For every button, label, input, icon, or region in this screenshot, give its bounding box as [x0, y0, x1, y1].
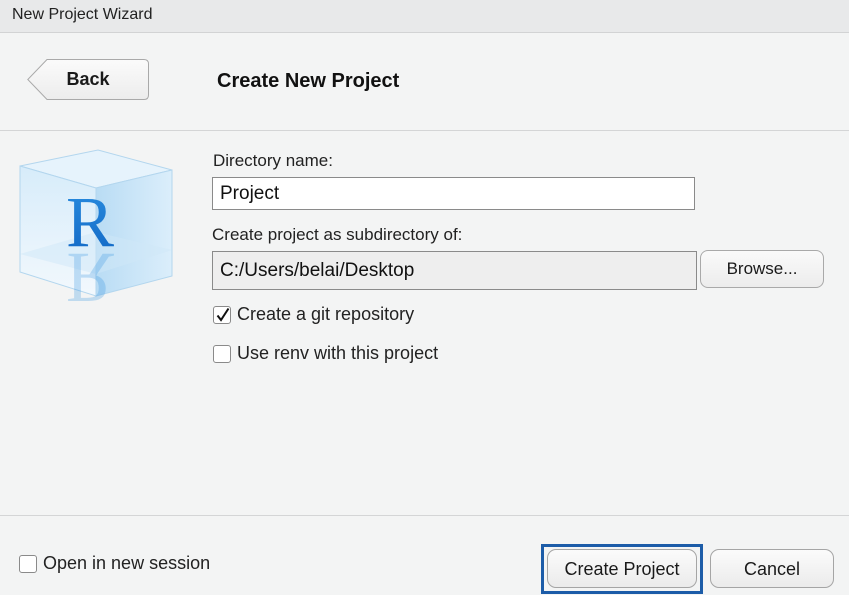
- create-project-button[interactable]: Create Project: [547, 549, 697, 588]
- browse-button[interactable]: Browse...: [700, 250, 824, 288]
- git-repo-checkbox[interactable]: [213, 305, 231, 324]
- directory-name-value: Project: [220, 182, 280, 204]
- renv-label: Use renv with this project: [237, 343, 439, 363]
- window-title: New Project Wizard: [12, 6, 153, 23]
- renv-checkbox[interactable]: [213, 344, 231, 363]
- new-session-checkbox[interactable]: [19, 554, 37, 573]
- svg-text:R: R: [66, 238, 114, 318]
- footer-divider: [0, 515, 849, 516]
- back-button-label: Back: [66, 69, 110, 89]
- back-button[interactable]: Back: [27, 59, 149, 100]
- directory-name-input[interactable]: Project: [212, 177, 695, 210]
- subdirectory-value: C:/Users/belai/Desktop: [220, 259, 415, 281]
- renv-option[interactable]: Use renv with this project: [213, 343, 438, 364]
- new-session-option[interactable]: Open in new session: [19, 553, 210, 574]
- cancel-button[interactable]: Cancel: [710, 549, 834, 588]
- directory-name-label: Directory name:: [213, 151, 333, 170]
- git-repo-option[interactable]: Create a git repository: [213, 304, 414, 325]
- title-bar: New Project Wizard: [0, 0, 849, 33]
- subdirectory-label: Create project as subdirectory of:: [212, 225, 463, 244]
- checkmark-icon: [216, 307, 230, 322]
- git-repo-label: Create a git repository: [237, 304, 415, 324]
- new-project-wizard-window: New Project Wizard Back Create New Proje…: [0, 0, 849, 595]
- subdirectory-input[interactable]: C:/Users/belai/Desktop: [212, 251, 697, 290]
- header-divider: [0, 130, 849, 131]
- page-title: Create New Project: [217, 70, 400, 92]
- new-session-label: Open in new session: [43, 553, 211, 573]
- r-project-logo: R R: [19, 149, 173, 318]
